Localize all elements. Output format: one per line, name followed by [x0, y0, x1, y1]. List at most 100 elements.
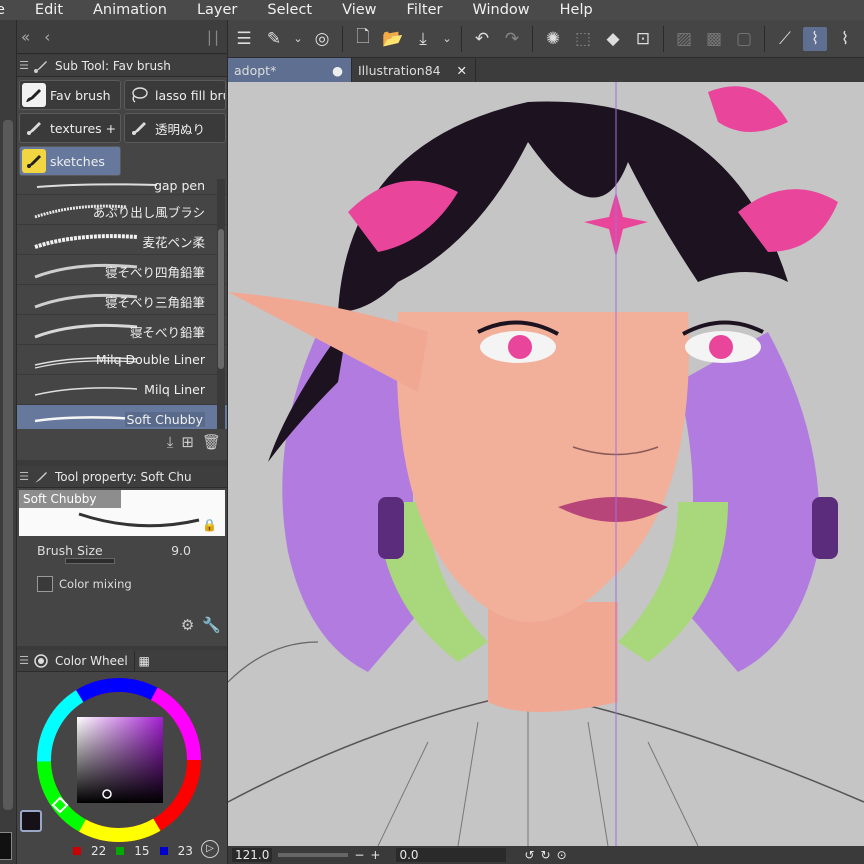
- menu-select[interactable]: Select: [252, 0, 327, 20]
- rotation-value[interactable]: 0.0: [396, 848, 507, 862]
- drawing-canvas[interactable]: [228, 82, 864, 846]
- save-icon[interactable]: ⤓: [411, 27, 435, 51]
- crop-icon[interactable]: ▢: [732, 27, 756, 51]
- settings-icon[interactable]: ⚙: [181, 616, 194, 634]
- undo-icon[interactable]: ↶: [470, 27, 494, 51]
- menu-animation[interactable]: Animation: [78, 0, 182, 20]
- add-subtool-icon[interactable]: ⊞: [181, 433, 194, 451]
- group-lasso-fill[interactable]: lasso fill bru: [124, 80, 226, 110]
- menu-edit[interactable]: Edit: [20, 0, 78, 20]
- command-toolbar: ☰ ✎ ⌄ ◎ 🗋 📂 ⤓ ⌄ ↶ ↷ ✺ ⬚ ◆ ⊡ ▨ ▩ ▢ ⟋ ⌇ ⌇: [228, 20, 864, 58]
- texture-brush-icon: [22, 116, 46, 140]
- tool-dropdown-icon[interactable]: ✎: [262, 27, 286, 51]
- fill-bucket-icon[interactable]: ◆: [601, 27, 625, 51]
- chevron-left-icon[interactable]: ‹: [44, 28, 50, 46]
- menu-file[interactable]: e: [0, 0, 20, 20]
- transform-icon[interactable]: ⊡: [631, 27, 655, 51]
- group-fav-brush[interactable]: Fav brush: [19, 80, 121, 110]
- lasso-icon: [127, 83, 151, 107]
- brush-icon: [22, 83, 46, 107]
- lock-icon[interactable]: 🔒: [202, 518, 217, 532]
- list-item[interactable]: 麦花ペン柔: [17, 225, 227, 255]
- list-item[interactable]: gap pen: [17, 179, 227, 195]
- zoom-value[interactable]: 121.0: [232, 848, 273, 862]
- snap-brush-icon[interactable]: ⌇: [803, 26, 827, 51]
- subtool-panel: ☰ Sub Tool: Fav brush Fav brush lasso fi…: [17, 55, 227, 460]
- zoom-out-icon[interactable]: −: [354, 848, 364, 862]
- menu-view[interactable]: View: [327, 0, 391, 20]
- brush-size-row: Brush Size 9.0: [17, 536, 227, 564]
- color-wheel[interactable]: [37, 676, 237, 848]
- panel-grip-icon[interactable]: ||: [207, 28, 221, 46]
- zoom-in-icon[interactable]: +: [370, 848, 380, 862]
- subtool-panel-header: ☰ Sub Tool: Fav brush: [17, 55, 227, 77]
- chevron-down-icon[interactable]: ⌄: [441, 27, 453, 51]
- panel-menu-icon[interactable]: ☰: [17, 59, 31, 72]
- red-channel-icon: [73, 847, 81, 855]
- film-strip-icon[interactable]: ▦: [133, 650, 154, 671]
- ruler-icon[interactable]: ⟋: [773, 27, 797, 51]
- list-item[interactable]: あぶり出し風ブラシ: [17, 195, 227, 225]
- main-color-swatch[interactable]: [0, 832, 12, 860]
- menu-window[interactable]: Window: [457, 0, 544, 20]
- menu-icon[interactable]: ☰: [232, 27, 256, 51]
- rotate-right-icon[interactable]: ↻: [541, 848, 551, 862]
- loading-icon[interactable]: ✺: [541, 27, 565, 51]
- menu-filter[interactable]: Filter: [392, 0, 458, 20]
- select-dots-icon[interactable]: ⬚: [571, 27, 595, 51]
- trash-icon[interactable]: 🗑: [202, 433, 221, 451]
- group-textures[interactable]: textures + h: [19, 113, 121, 143]
- brush-stroke-preview: Soft Chubby 🔒: [19, 490, 225, 536]
- new-file-icon[interactable]: 🗋: [351, 27, 375, 51]
- wrench-icon[interactable]: 🔧: [202, 616, 221, 634]
- color-wheel-header: ☰ Color Wheel ▦: [17, 650, 227, 672]
- document-tabs: adopt* ● Illustration84 ✕: [228, 58, 864, 82]
- tab-adopt[interactable]: adopt* ●: [228, 58, 352, 82]
- current-color-swatch[interactable]: [20, 810, 42, 832]
- clear-icon[interactable]: ▨: [672, 27, 696, 51]
- brush-icon: [31, 468, 51, 486]
- list-item[interactable]: 寝そべり三角鉛筆: [17, 285, 227, 315]
- brush-list: gap pen あぶり出し風ブラシ 麦花ペン柔 寝そべり四角鉛筆 寝そべり三角鉛…: [17, 179, 227, 429]
- brush-size-label: Brush Size: [37, 542, 103, 558]
- play-circle-icon[interactable]: ▷: [201, 840, 219, 858]
- copy-subtool-icon[interactable]: ⤓: [167, 433, 174, 451]
- close-icon[interactable]: ✕: [457, 63, 467, 78]
- list-item[interactable]: 寝そべり鉛筆: [17, 315, 227, 345]
- group-sketches[interactable]: sketches: [19, 146, 121, 176]
- brush-list-scrollbar[interactable]: [217, 179, 225, 429]
- panel-menu-icon[interactable]: ☰: [17, 654, 31, 667]
- list-item[interactable]: Milq Liner: [17, 375, 227, 405]
- menu-layer[interactable]: Layer: [182, 0, 252, 20]
- panel-menu-icon[interactable]: ☰: [17, 470, 31, 483]
- list-item[interactable]: 寝そべり四角鉛筆: [17, 255, 227, 285]
- snap-brush-alt-icon[interactable]: ⌇: [833, 27, 857, 51]
- status-bar: 121.0 − + 0.0 ↺ ↻ ⊙: [228, 846, 864, 864]
- redo-icon[interactable]: ↷: [500, 27, 524, 51]
- tab-illustration84[interactable]: Illustration84 ✕: [352, 58, 476, 82]
- tool-property-title: Tool property: Soft Chu: [55, 469, 192, 484]
- open-folder-icon[interactable]: 📂: [381, 27, 405, 51]
- green-channel-icon: [116, 847, 125, 855]
- list-item[interactable]: Milq Double Liner: [17, 345, 227, 375]
- list-item-selected[interactable]: Soft Chubby: [17, 405, 227, 429]
- menu-help[interactable]: Help: [545, 0, 608, 20]
- brush-size-slider[interactable]: [65, 558, 115, 564]
- spiral-icon[interactable]: ◎: [310, 27, 334, 51]
- brush-icon: [22, 149, 46, 173]
- reset-rotation-icon[interactable]: ⊙: [557, 848, 567, 862]
- blue-channel-icon: [159, 847, 168, 855]
- brush-size-value[interactable]: 9.0: [171, 543, 191, 558]
- subtool-group-grid: Fav brush lasso fill bru textures + h 透明…: [17, 77, 227, 179]
- clear-outside-icon[interactable]: ▩: [702, 27, 726, 51]
- left-tool-strip: [0, 20, 17, 864]
- collapse-left-icon[interactable]: «: [21, 28, 30, 46]
- rotate-left-icon[interactable]: ↺: [524, 848, 534, 862]
- group-transparent-paint[interactable]: 透明ぬり: [124, 113, 226, 143]
- color-mixing-checkbox[interactable]: [37, 576, 53, 592]
- left-strip-scrollbar[interactable]: [3, 120, 13, 810]
- chevron-down-icon[interactable]: ⌄: [292, 27, 304, 51]
- color-wheel-title[interactable]: Color Wheel: [55, 654, 128, 668]
- zoom-slider[interactable]: [278, 853, 349, 857]
- color-wheel-icon: [31, 652, 51, 670]
